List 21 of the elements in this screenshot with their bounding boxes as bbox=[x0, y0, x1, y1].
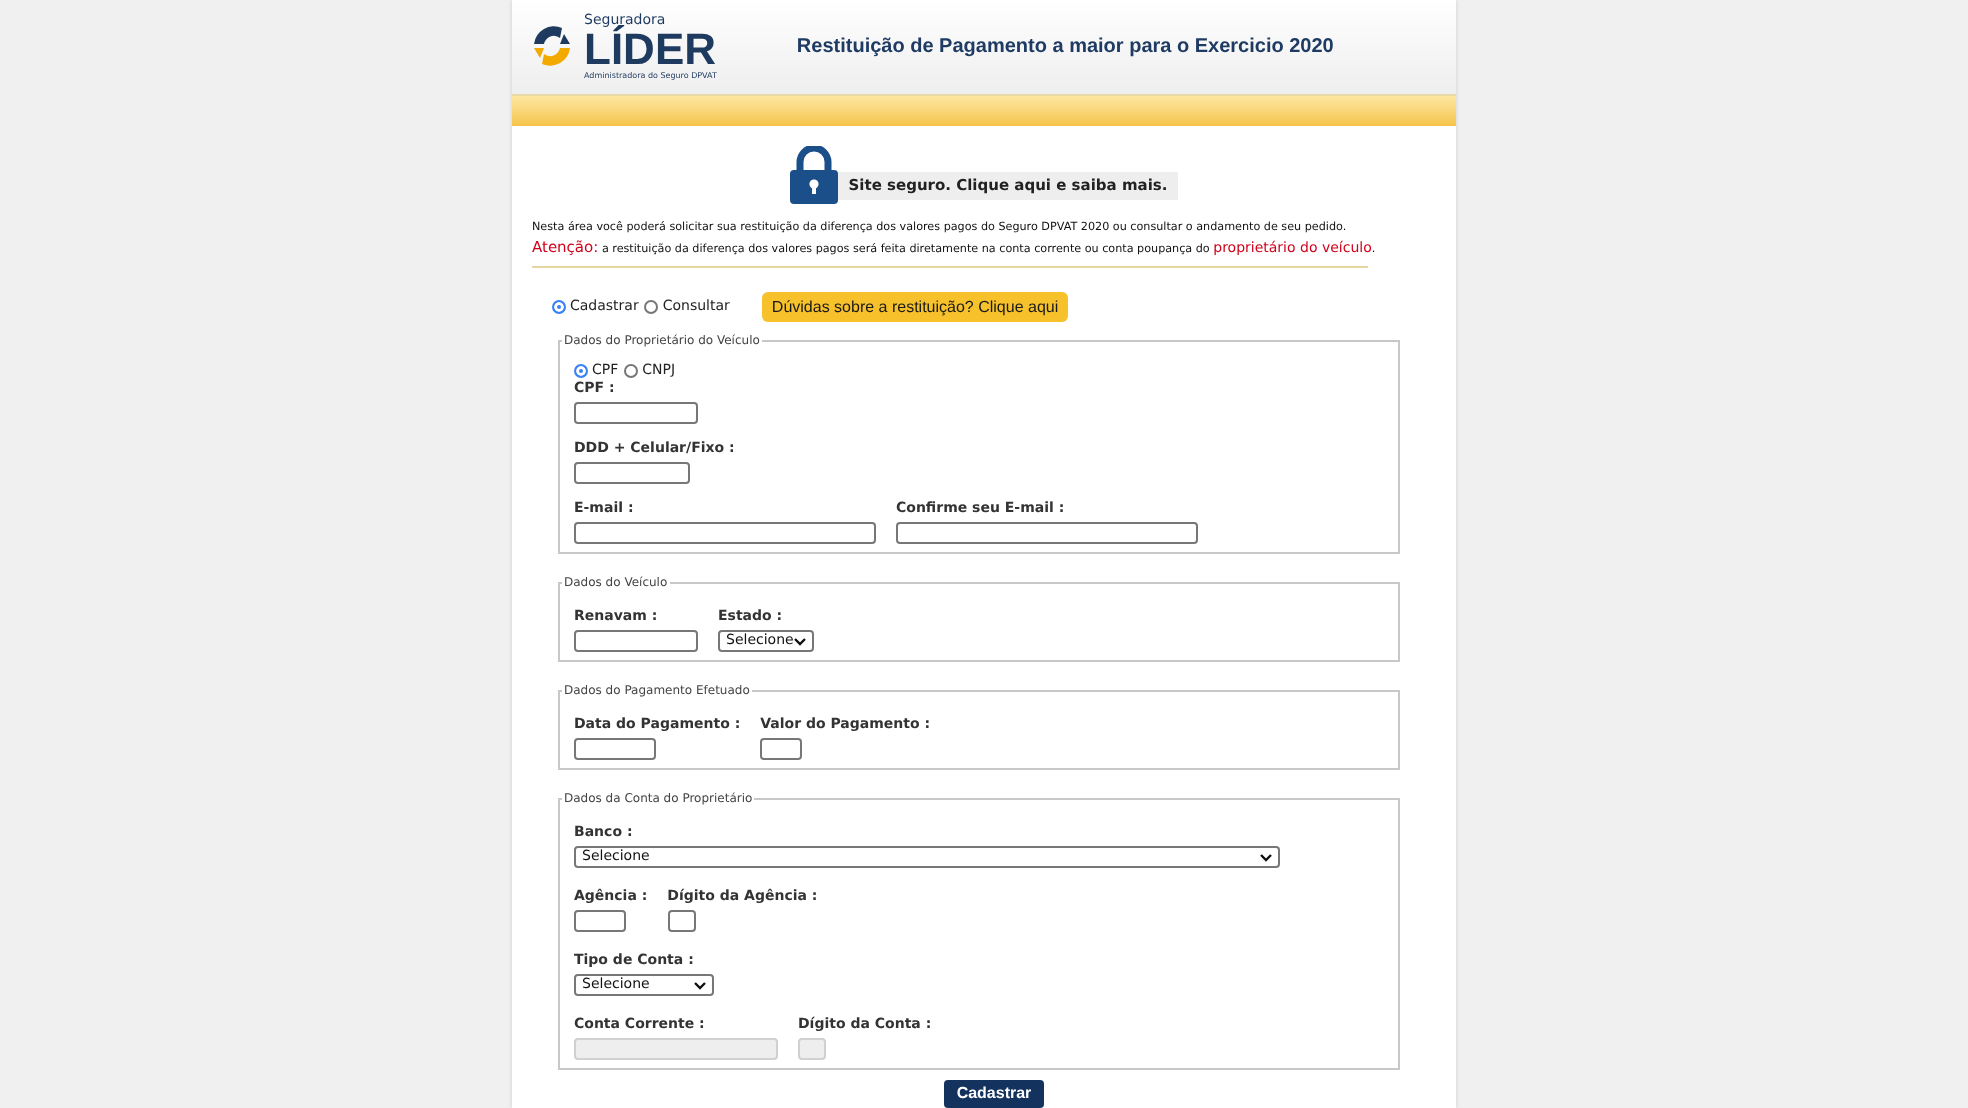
text-field[interactable] bbox=[574, 738, 656, 760]
text-field[interactable] bbox=[574, 402, 698, 424]
radio-button[interactable] bbox=[552, 300, 566, 314]
chevron-down-icon bbox=[1260, 853, 1272, 861]
page-title: Restituição de Pagamento a maior para o Exercicio 2020 bbox=[796, 33, 1334, 62]
lock-icon[interactable] bbox=[790, 146, 839, 204]
help-button[interactable]: Dúvidas sobre a restituição? Clique aqui bbox=[761, 292, 1069, 322]
text-field[interactable] bbox=[574, 630, 698, 652]
radio-button[interactable] bbox=[644, 300, 659, 314]
radio-button[interactable] bbox=[574, 364, 588, 378]
text-field[interactable] bbox=[574, 910, 626, 932]
text-field[interactable] bbox=[574, 462, 690, 484]
chevron-down-icon bbox=[694, 981, 706, 989]
text-field[interactable] bbox=[896, 522, 1198, 544]
radio-button[interactable] bbox=[624, 364, 639, 378]
text-field[interactable] bbox=[760, 738, 803, 760]
logo-wordmark: LÍDER bbox=[584, 27, 716, 72]
submit-button[interactable]: Cadastrar bbox=[944, 1080, 1044, 1108]
text-field[interactable] bbox=[667, 910, 696, 932]
chevron-down-icon bbox=[794, 637, 806, 645]
text-field[interactable] bbox=[574, 522, 876, 544]
